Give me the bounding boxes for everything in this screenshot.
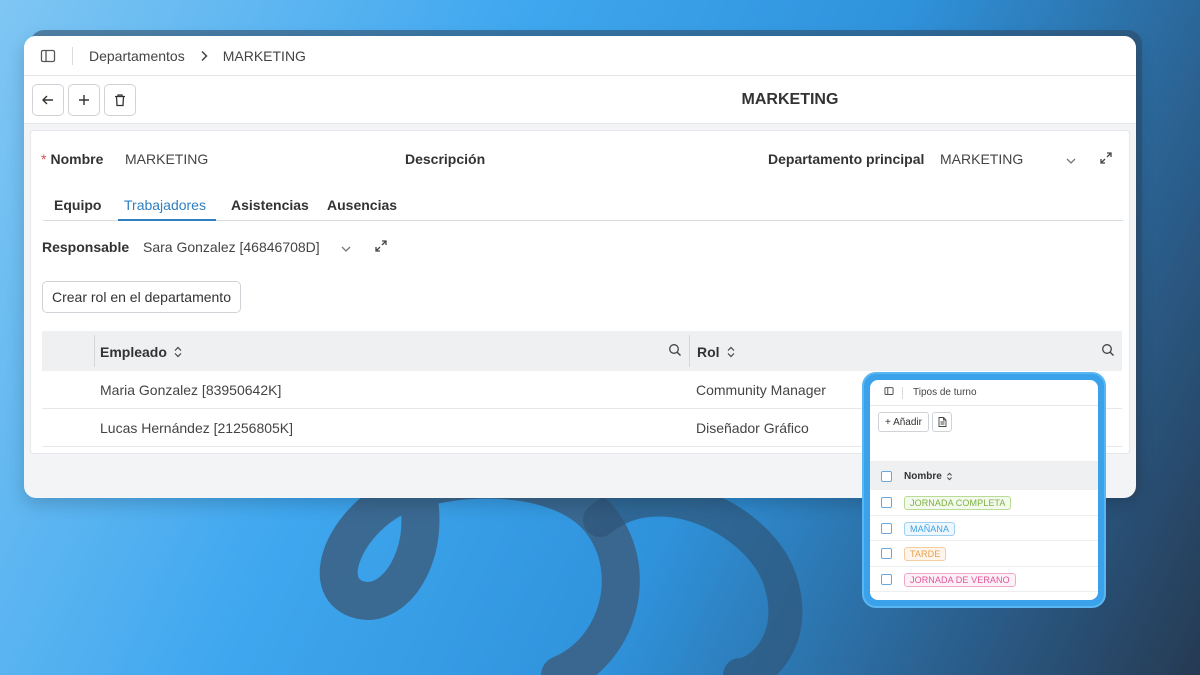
shift-tag: TARDE	[904, 547, 947, 561]
shift-tag: JORNADA DE VERANO	[904, 572, 1016, 587]
tab-ausencias[interactable]: Ausencias	[327, 197, 397, 213]
breadcrumb-parent[interactable]: Departamentos	[89, 48, 185, 64]
row-checkbox[interactable]	[881, 548, 892, 559]
nombre-value[interactable]: MARKETING	[125, 151, 208, 167]
cell-rol: Diseñador Gráfico	[696, 420, 809, 436]
shift-tag: MAÑANA	[904, 521, 956, 536]
chevron-down-icon[interactable]	[1065, 153, 1077, 169]
mini-title: Tipos de turno	[913, 387, 977, 398]
sidebar-toggle-icon[interactable]	[884, 386, 894, 399]
shift-types-window: Tipos de turno + Añadir Nombre JORNADA C…	[870, 380, 1098, 600]
column-divider	[94, 335, 95, 367]
list-item[interactable]: MAÑANA	[870, 516, 1098, 541]
mini-toolbar: + Añadir	[870, 406, 1098, 462]
list-item[interactable]: JORNADA COMPLETA	[870, 490, 1098, 516]
tab-asistencias[interactable]: Asistencias	[231, 197, 309, 213]
cell-empleado: Maria Gonzalez [83950642K]	[100, 382, 282, 398]
export-button[interactable]	[932, 412, 952, 432]
dep-principal-label: Departamento principal	[768, 151, 925, 167]
sort-icon[interactable]	[726, 346, 736, 358]
page-title: MARKETING	[741, 91, 839, 108]
required-marker: *	[41, 151, 47, 167]
toolbar: MARKETING	[24, 76, 1136, 124]
column-nombre[interactable]: Nombre	[904, 471, 953, 482]
column-rol[interactable]: Rol	[697, 344, 736, 360]
cell-rol: Community Manager	[696, 382, 826, 398]
mini-topbar: Tipos de turno	[870, 380, 1098, 406]
tab-equipo[interactable]: Equipo	[54, 197, 101, 213]
sidebar-toggle-icon[interactable]	[40, 48, 56, 64]
expand-icon[interactable]	[374, 239, 388, 256]
column-divider	[689, 335, 690, 367]
sort-icon[interactable]	[173, 346, 183, 358]
search-icon[interactable]	[1101, 343, 1115, 360]
column-empleado[interactable]: Empleado	[100, 344, 183, 360]
select-all-checkbox[interactable]	[881, 471, 892, 482]
search-icon[interactable]	[668, 343, 682, 360]
dep-principal-select[interactable]: MARKETING	[940, 151, 1023, 167]
chevron-down-icon[interactable]	[340, 241, 352, 257]
breadcrumb-current: MARKETING	[222, 47, 306, 64]
descripcion-label: Descripción	[405, 151, 486, 167]
topbar-divider	[902, 386, 903, 399]
add-shift-button[interactable]: + Añadir	[878, 412, 929, 432]
cell-empleado: Lucas Hernández [21256805K]	[100, 420, 294, 436]
list-item[interactable]: JORNADA DE VERANO	[870, 567, 1098, 592]
list-item[interactable]: TARDE	[870, 541, 1098, 567]
table-header: Empleado Rol	[42, 331, 1122, 371]
responsable-label: Responsable	[42, 239, 130, 255]
tab-bar: Equipo Trabajadores Asistencias Ausencia…	[43, 189, 1123, 221]
row-checkbox[interactable]	[881, 522, 892, 534]
nombre-label: * Nombre	[41, 151, 104, 167]
breadcrumb: Departamentos MARKETING	[24, 36, 1136, 76]
shift-tag: JORNADA COMPLETA	[904, 496, 1012, 510]
create-role-button[interactable]: Crear rol en el departamento	[42, 281, 241, 313]
document-icon	[938, 417, 946, 427]
mini-table-header: Nombre	[870, 462, 1098, 490]
tab-trabajadores[interactable]: Trabajadores	[118, 197, 216, 221]
chevron-right-icon	[199, 50, 209, 62]
sort-icon[interactable]	[946, 472, 953, 481]
responsable-select[interactable]: Sara Gonzalez [46846708D]	[143, 239, 320, 255]
row-checkbox[interactable]	[881, 573, 892, 585]
topbar-divider	[72, 46, 73, 65]
row-checkbox[interactable]	[881, 497, 892, 508]
expand-icon[interactable]	[1099, 151, 1113, 168]
